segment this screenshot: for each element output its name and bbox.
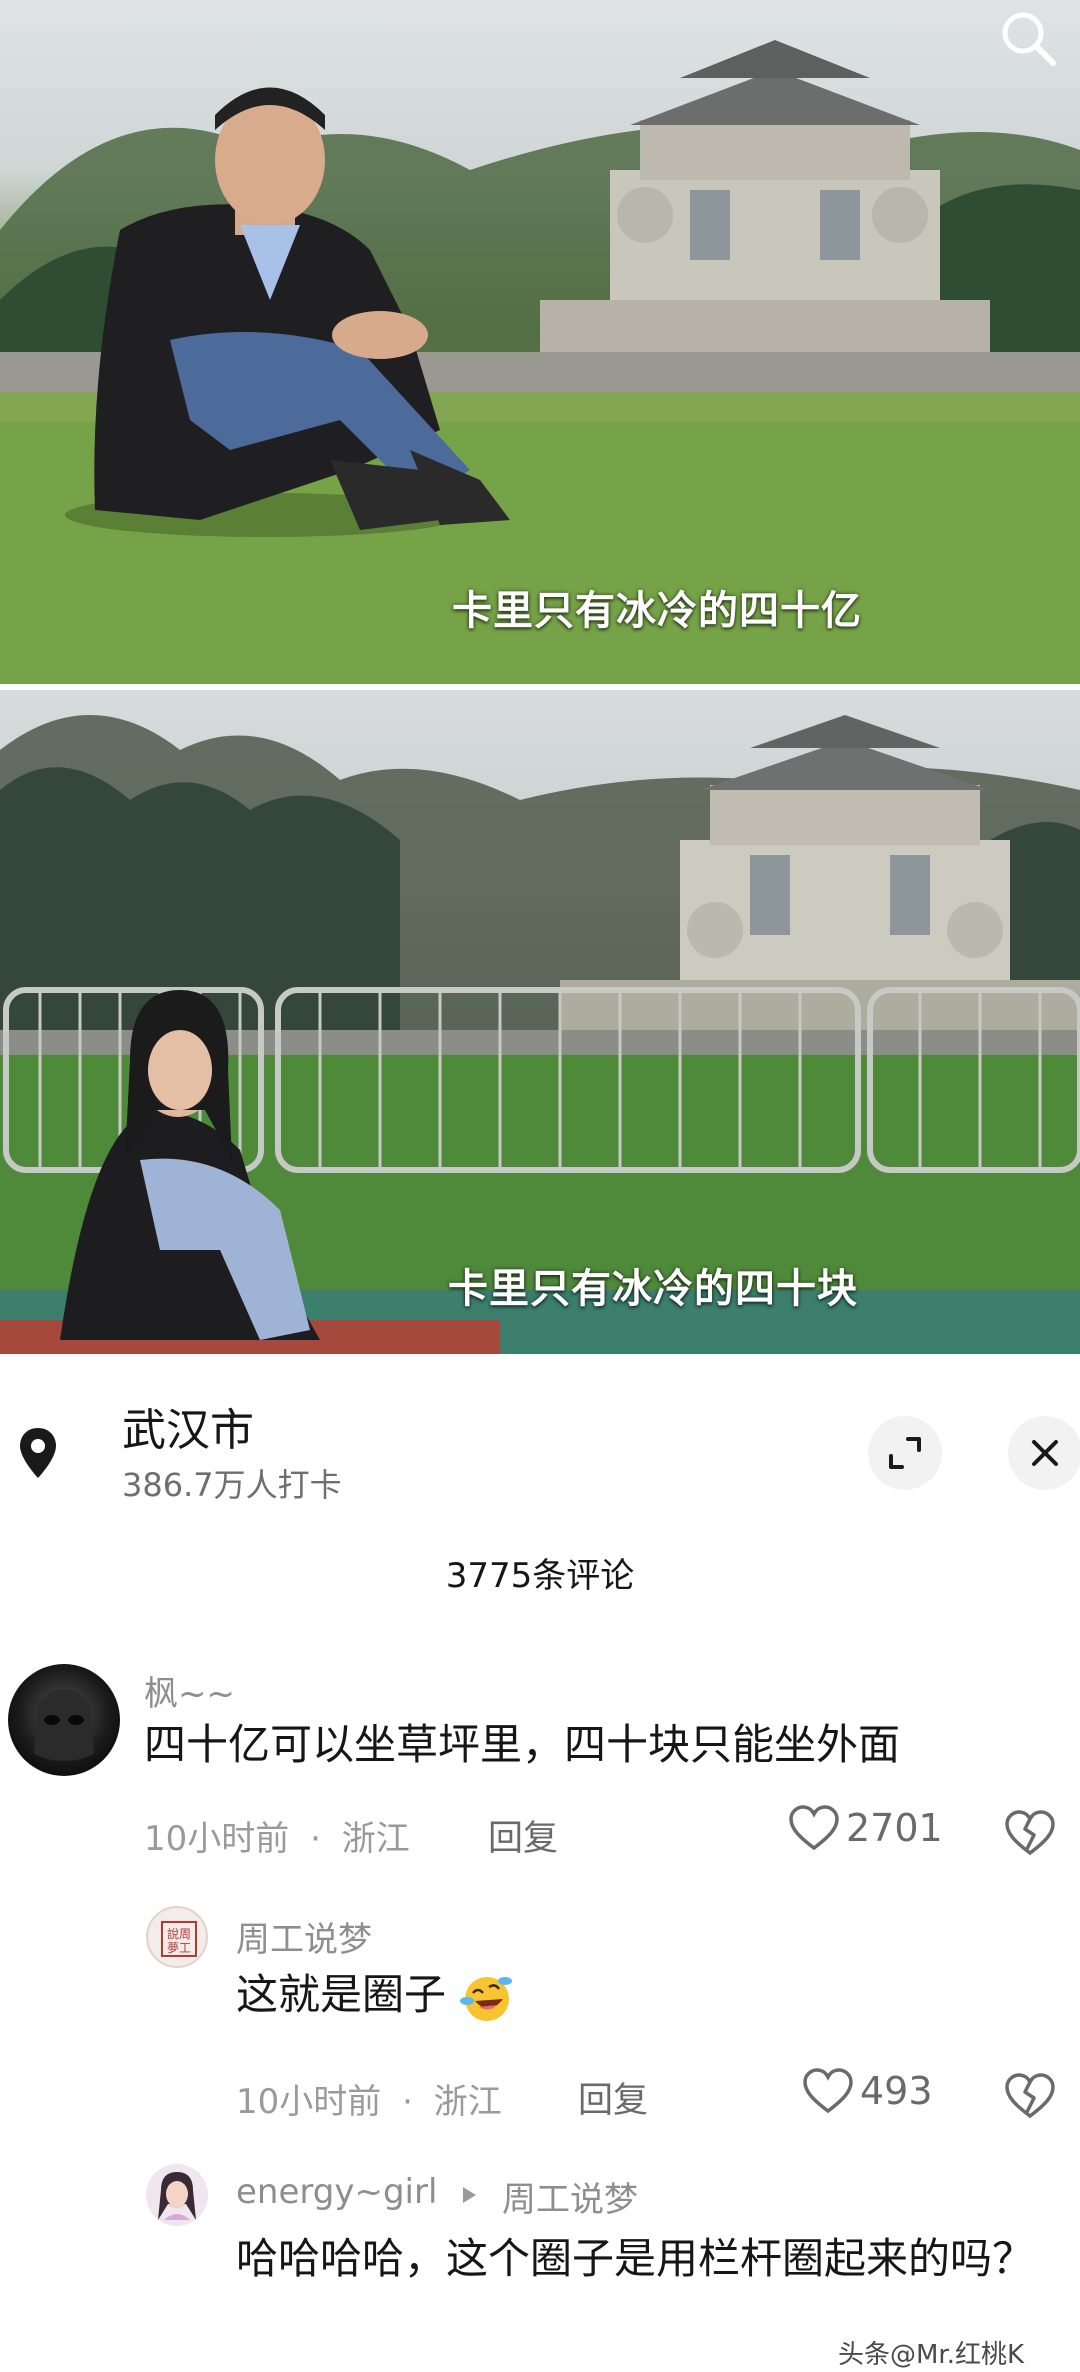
avatar[interactable]: 說周 夢工 [146, 1906, 208, 1968]
comment-username[interactable]: 枫~~ [144, 1666, 235, 1715]
comment-meta: 10小时前 · 浙江 [144, 1811, 410, 1860]
close-button[interactable] [1008, 1416, 1080, 1490]
comment-item: 枫~~ 四十亿可以坐草坪里，四十块只能坐外面 10小时前 · 浙江 回复 270… [0, 1654, 1080, 1884]
location-title[interactable]: 武汉市 [122, 1394, 254, 1458]
comment-text: 哈哈哈哈，这个圈子是用栏杆圈起来的吗？ [236, 2234, 1035, 2283]
search-button[interactable] [996, 6, 1074, 84]
comment-time: 10小时前 [144, 1819, 290, 1859]
reply-to-username[interactable]: 周工说梦 [502, 2172, 638, 2221]
search-icon [1002, 12, 1056, 66]
watermark: 头条@Mr.红桃K [838, 2340, 1025, 2370]
comment-meta: 10小时前 · 浙江 [236, 2074, 502, 2123]
meta-separator: · [310, 1819, 321, 1859]
expand-button[interactable] [868, 1416, 942, 1490]
avatar-seal-bottom: 夢工 [167, 1941, 191, 1955]
laughing-crying-emoji [460, 1976, 513, 2021]
avatar[interactable] [146, 2164, 208, 2226]
close-icon [1032, 1440, 1058, 1466]
heart-icon [789, 1805, 839, 1851]
comment-text: 四十亿可以坐草坪里，四十块只能坐外面 [144, 1720, 901, 1769]
dislike-button[interactable] [1004, 2072, 1056, 2124]
comment-reply-item: 說周 夢工 周工说梦 这就是圈子 10小时前 · 浙江 回复 493 [0, 1904, 1080, 2134]
dislike-button[interactable] [1004, 1809, 1056, 1861]
avatar[interactable] [8, 1664, 120, 1776]
expand-icon [889, 1437, 921, 1469]
like-button[interactable]: 493 [802, 2067, 933, 2115]
location-pin-icon [10, 1420, 66, 1486]
comment-username[interactable]: energy~girl [236, 2172, 437, 2212]
heart-icon [803, 2068, 853, 2114]
location-checkins: 386.7万人打卡 [122, 1466, 342, 1504]
avatar-seal-top: 說周 [167, 1926, 191, 1941]
comment-region: 浙江 [433, 2082, 502, 2122]
like-count: 2701 [846, 1806, 943, 1850]
photo-top-caption: 卡里只有冰冷的四十亿 [452, 588, 862, 634]
comment-time: 10小时前 [236, 2082, 382, 2122]
meta-separator: · [402, 2082, 413, 2122]
comment-region: 浙江 [341, 1819, 410, 1859]
comment-text: 这就是圈子 [236, 1970, 447, 2019]
reply-button[interactable]: 回复 [578, 2072, 648, 2123]
comments-count-header: 3775条评论 [445, 1556, 635, 1596]
location-bar[interactable]: 武汉市 386.7万人打卡 [0, 1354, 1080, 1530]
broken-heart-icon [1005, 1810, 1055, 1856]
photo-bottom-caption: 卡里只有冰冷的四十块 [448, 1266, 858, 1312]
reply-button[interactable]: 回复 [488, 1810, 558, 1861]
reply-arrow-icon [463, 2187, 476, 2203]
comment-username[interactable]: 周工说梦 [236, 1912, 372, 1961]
photo-bottom[interactable]: 卡里只有冰冷的四十块 [0, 690, 1080, 1354]
photo-bottom-scene [0, 715, 1080, 1354]
like-count: 493 [860, 2069, 933, 2113]
photo-top[interactable]: 卡里只有冰冷的四十亿 [0, 0, 1080, 684]
comment-text-wrap: 这就是圈子 [236, 1964, 513, 2026]
like-button[interactable]: 2701 [788, 1804, 943, 1852]
broken-heart-icon [1005, 2073, 1055, 2119]
